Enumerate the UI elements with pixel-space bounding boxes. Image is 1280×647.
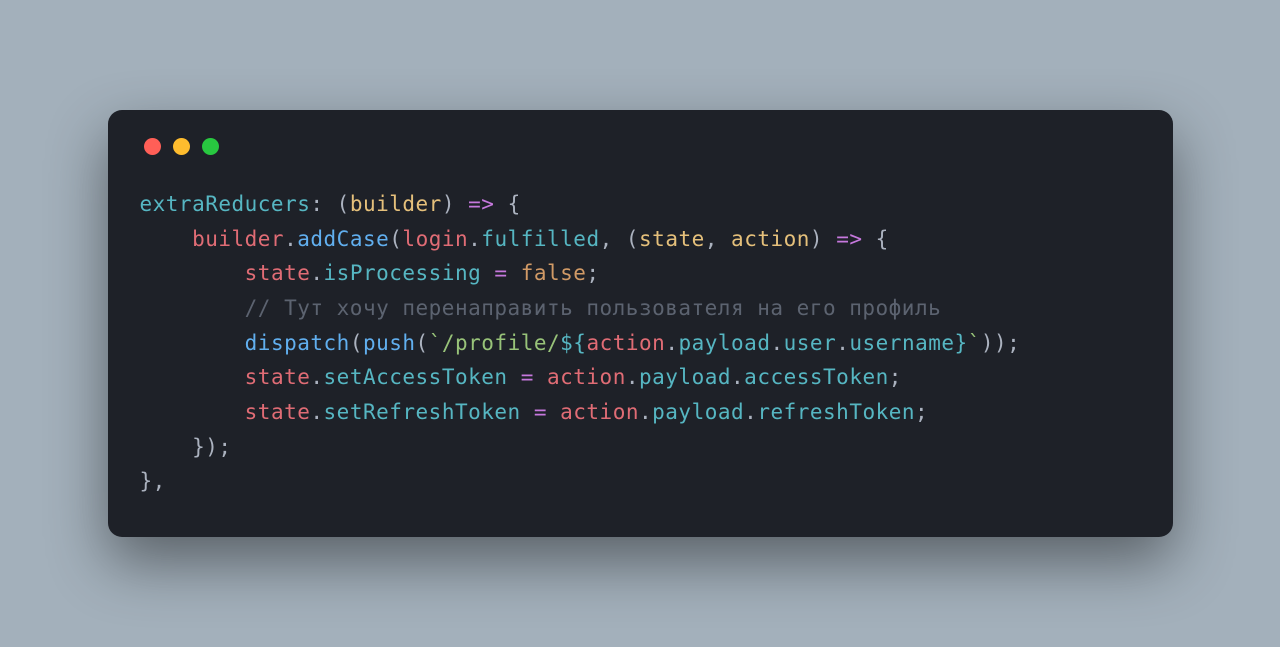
code-token: : ( (310, 192, 349, 216)
code-token: ( (389, 227, 402, 251)
code-token: action (731, 227, 810, 251)
code-token: refreshToken (757, 400, 915, 424)
code-token: . (284, 227, 297, 251)
code-token: , (705, 227, 731, 251)
code-token: fulfilled (481, 227, 599, 251)
code-token (140, 227, 193, 251)
code-token: . (626, 365, 639, 389)
code-token: . (468, 227, 481, 251)
code-token: state (245, 365, 311, 389)
code-comment: // Тут хочу перенаправить пользователя н… (245, 296, 942, 320)
code-token: ) (810, 227, 836, 251)
code-token: . (665, 331, 678, 355)
code-token: action (586, 331, 665, 355)
code-token (140, 296, 245, 320)
code-token: { (494, 192, 520, 216)
code-token: builder (192, 227, 284, 251)
code-token: ; (915, 400, 928, 424)
code-token: payload (678, 331, 770, 355)
code-token: user (784, 331, 837, 355)
code-token: ( (350, 331, 363, 355)
code-token: action (547, 365, 626, 389)
code-token: = (508, 365, 547, 389)
code-token: setRefreshToken (324, 400, 521, 424)
code-token (140, 261, 245, 285)
code-token: . (310, 261, 323, 285)
code-token: { (863, 227, 889, 251)
code-token: }, (140, 469, 166, 493)
code-token: ${ (560, 331, 586, 355)
code-token: ` (968, 331, 981, 355)
code-token: /profile/ (442, 331, 560, 355)
code-token: , ( (600, 227, 639, 251)
code-token: }); (192, 435, 231, 459)
code-token: state (245, 261, 311, 285)
code-token: extraReducers (140, 192, 311, 216)
code-token: login (402, 227, 468, 251)
code-token (140, 365, 245, 389)
code-editor-window: extraReducers: (builder) => { builder.ad… (108, 110, 1173, 537)
window-controls (140, 138, 1141, 155)
code-token: => (468, 192, 494, 216)
code-token: . (639, 400, 652, 424)
maximize-icon[interactable] (202, 138, 219, 155)
code-block[interactable]: extraReducers: (builder) => { builder.ad… (140, 187, 1141, 499)
code-token: push (363, 331, 416, 355)
code-token: dispatch (245, 331, 350, 355)
code-token: = (521, 400, 560, 424)
code-token: setAccessToken (324, 365, 508, 389)
code-token: . (770, 331, 783, 355)
code-token: )); (981, 331, 1020, 355)
code-token: state (245, 400, 311, 424)
code-token: . (310, 365, 323, 389)
code-token: payload (652, 400, 744, 424)
code-token: builder (350, 192, 442, 216)
code-token: = (481, 261, 520, 285)
code-token: false (521, 261, 587, 285)
code-token: payload (639, 365, 731, 389)
code-token: . (731, 365, 744, 389)
code-token: ( (416, 331, 429, 355)
code-token: isProcessing (324, 261, 482, 285)
code-token: ) (442, 192, 468, 216)
minimize-icon[interactable] (173, 138, 190, 155)
code-token: state (639, 227, 705, 251)
code-token (140, 331, 245, 355)
code-token: . (744, 400, 757, 424)
code-token: } (955, 331, 968, 355)
code-token: accessToken (744, 365, 889, 389)
code-token (140, 400, 245, 424)
code-token: ; (889, 365, 902, 389)
code-token: action (560, 400, 639, 424)
code-token: . (310, 400, 323, 424)
code-token: ` (429, 331, 442, 355)
code-token: ; (586, 261, 599, 285)
close-icon[interactable] (144, 138, 161, 155)
code-token: username (849, 331, 954, 355)
code-token: addCase (297, 227, 389, 251)
code-token: . (836, 331, 849, 355)
code-token (140, 435, 193, 459)
code-token: => (836, 227, 862, 251)
